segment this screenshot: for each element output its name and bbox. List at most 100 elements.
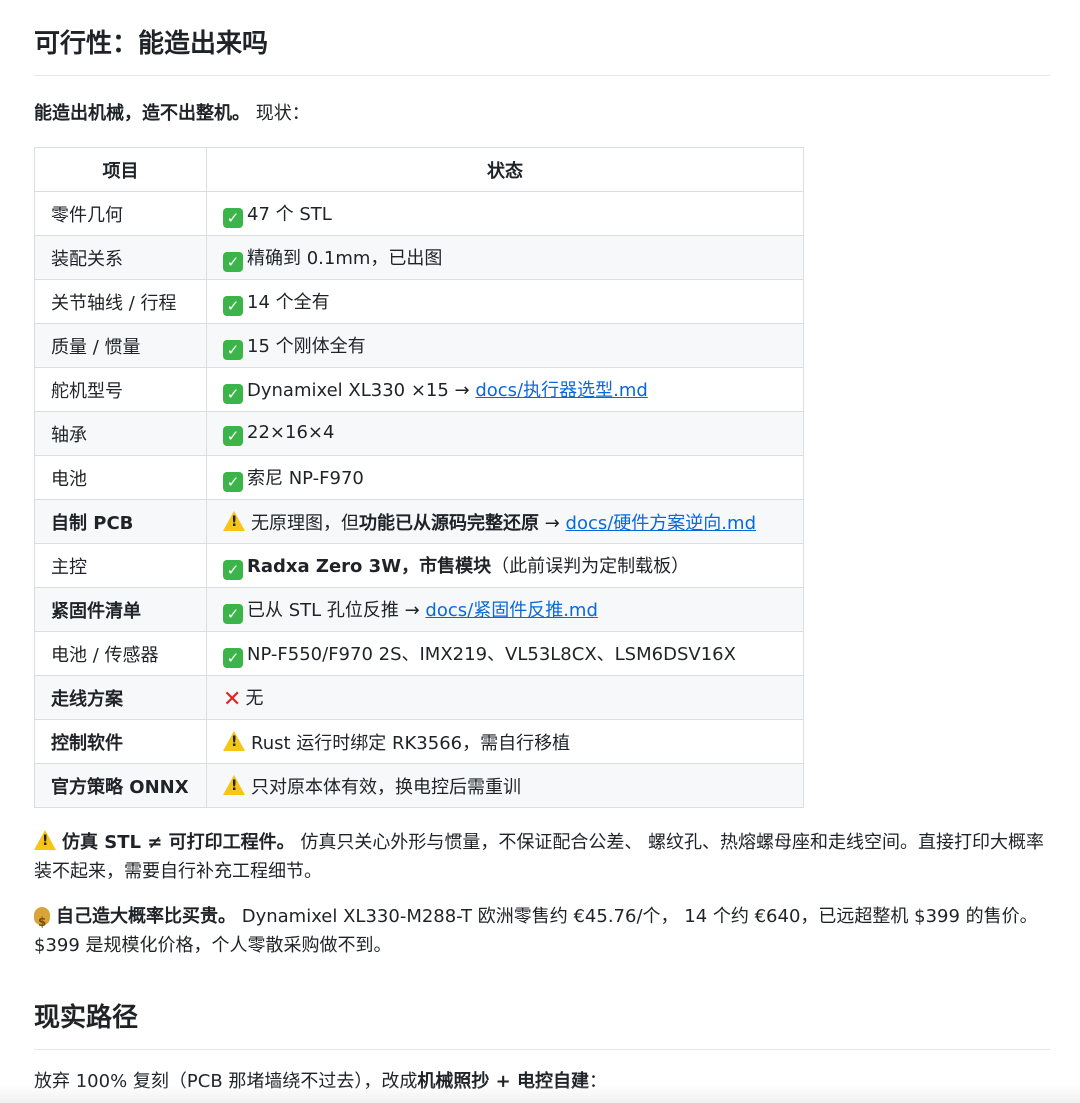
item-cell: 电池 / 传感器 [34, 631, 207, 676]
table-row: 官方策略 ONNX 只对原本体有效，换电控后需重训 [34, 763, 804, 808]
status-cell: Rust 运行时绑定 RK3566，需自行移植 [206, 719, 804, 764]
status-text: 无原理图，但 [251, 512, 359, 534]
item-cell: 自制 PCB [34, 499, 207, 544]
header-item: 项目 [34, 147, 207, 192]
check-box-icon: ✓ [223, 425, 243, 446]
status-text: 只对原本体有效，换电控后需重训 [251, 776, 521, 798]
item-label: 装配关系 [51, 248, 123, 270]
status-text: 22×16×4 [247, 421, 335, 443]
table-row: 自制 PCB 无原理图，但功能已从源码完整还原 → docs/硬件方案逆向.md [34, 499, 804, 544]
status-text: 已从 STL 孔位反推 → [247, 599, 426, 621]
item-label: 官方策略 ONNX [51, 776, 189, 798]
status-cell: ✓ 索尼 NP-F970 [206, 455, 804, 500]
item-label: 质量 / 惯量 [51, 336, 141, 358]
status-text: 索尼 NP-F970 [247, 467, 364, 489]
item-label: 走线方案 [51, 688, 123, 710]
item-cell: 轴承 [34, 411, 207, 456]
note2-bold: 自己造大概率比买贵。 [56, 906, 236, 927]
note-cost: 自己造大概率比买贵。 Dynamixel XL330-M288-T 欧洲零售约 … [34, 902, 1050, 960]
item-cell: 紧固件清单 [34, 587, 207, 632]
check-box-icon: ✓ [223, 207, 243, 228]
table-row: 走线方案 ✕ 无 [34, 675, 804, 720]
money-bag-icon [34, 907, 50, 937]
item-cell: 关节轴线 / 行程 [34, 279, 207, 324]
status-table: 项目 状态 零件几何 ✓ 47 个 STL 装配关系 ✓ 精确到 0.1mm，已出图 关节轴… [34, 147, 804, 808]
item-label: 电池 [51, 468, 87, 490]
status-cell: ✓ 14 个全有 [206, 279, 804, 324]
warning-icon [223, 774, 245, 795]
doc-link[interactable]: docs/执行器选型.md [475, 380, 647, 401]
item-cell: 零件几何 [34, 191, 207, 236]
table-row: 装配关系 ✓ 精确到 0.1mm，已出图 [34, 235, 804, 280]
table-row: 轴承 ✓ 22×16×4 [34, 411, 804, 456]
table-row: 舵机型号 ✓ Dynamixel XL330 ×15 → docs/执行器选型.md [34, 367, 804, 412]
intro-rest: 现状： [250, 103, 310, 124]
table-row: 控制软件 Rust 运行时绑定 RK3566，需自行移植 [34, 719, 804, 764]
status-text: 14 个全有 [247, 291, 330, 313]
check-box-icon: ✓ [223, 383, 243, 404]
item-label: 主控 [51, 556, 87, 578]
status-text: Dynamixel XL330 ×15 → [247, 379, 476, 401]
check-box-icon: ✓ [223, 559, 243, 580]
note1-bold: 仿真 STL ≠ 可打印工程件。 [62, 832, 295, 853]
document-page: 可行性：能造出来吗 能造出机械，造不出整机。 现状： 项目 状态 零件几何 ✓ 47… [0, 0, 1080, 1094]
table-row: 电池 / 传感器 ✓ NP-F550/F970 2S、IMX219、VL53L8CX… [34, 631, 804, 676]
item-cell: 官方策略 ONNX [34, 763, 207, 808]
item-cell: 装配关系 [34, 235, 207, 280]
cross-icon: ✕ [223, 686, 242, 712]
item-label: 轴承 [51, 424, 87, 446]
warning-icon [223, 510, 245, 531]
status-cell: 只对原本体有效，换电控后需重训 [206, 763, 804, 808]
status-text: 15 个刚体全有 [247, 335, 366, 357]
item-cell: 主控 [34, 543, 207, 588]
status-cell: ✓ 已从 STL 孔位反推 → docs/紧固件反推.md [206, 587, 804, 632]
intro-bold: 能造出机械，造不出整机。 [34, 103, 250, 124]
status-text-bold: 功能已从源码完整还原 [359, 512, 539, 534]
status-cell: ✓ 22×16×4 [206, 411, 804, 456]
item-label: 紧固件清单 [51, 600, 141, 622]
check-box-icon: ✓ [223, 603, 243, 624]
table-body: 零件几何 ✓ 47 个 STL 装配关系 ✓ 精确到 0.1mm，已出图 关节轴线 / 行程… [34, 191, 804, 808]
status-text: NP-F550/F970 2S、IMX219、VL53L8CX、LSM6DSV1… [247, 643, 736, 665]
table-header-row: 项目 状态 [34, 147, 804, 192]
status-cell: ✓ Dynamixel XL330 ×15 → docs/执行器选型.md [206, 367, 804, 412]
table-row: 零件几何 ✓ 47 个 STL [34, 191, 804, 236]
item-cell: 走线方案 [34, 675, 207, 720]
table-row: 电池 ✓ 索尼 NP-F970 [34, 455, 804, 500]
bottom-fade [0, 1085, 1080, 1103]
table-row: 紧固件清单 ✓ 已从 STL 孔位反推 → docs/紧固件反推.md [34, 587, 804, 632]
doc-link[interactable]: docs/紧固件反推.md [425, 600, 597, 621]
item-label: 自制 PCB [51, 512, 134, 534]
item-label: 关节轴线 / 行程 [51, 292, 177, 314]
status-text: 无 [245, 687, 264, 709]
status-text-after: （此前误判为定制载板） [491, 555, 690, 577]
header-status: 状态 [206, 147, 804, 192]
warning-icon [223, 730, 245, 751]
status-cell: 无原理图，但功能已从源码完整还原 → docs/硬件方案逆向.md [206, 499, 804, 544]
status-text: 47 个 STL [247, 203, 332, 225]
check-box-icon: ✓ [223, 295, 243, 316]
status-text-after: → [539, 512, 566, 534]
doc-link[interactable]: docs/硬件方案逆向.md [566, 513, 756, 534]
item-cell: 舵机型号 [34, 367, 207, 412]
table-row: 关节轴线 / 行程 ✓ 14 个全有 [34, 279, 804, 324]
item-cell: 电池 [34, 455, 207, 500]
note-sim-stl: 仿真 STL ≠ 可打印工程件。 仿真只关心外形与惯量，不保证配合公差、 螺纹孔… [34, 828, 1050, 886]
item-cell: 质量 / 惯量 [34, 323, 207, 368]
item-label: 舵机型号 [51, 380, 123, 402]
status-text: Rust 运行时绑定 RK3566，需自行移植 [251, 732, 571, 754]
check-box-icon: ✓ [223, 471, 243, 492]
check-box-icon: ✓ [223, 251, 243, 272]
section-heading-feasibility: 可行性：能造出来吗 [34, 0, 1050, 76]
status-cell: ✓ Radxa Zero 3W，市售模块（此前误判为定制载板） [206, 543, 804, 588]
item-label: 电池 / 传感器 [51, 644, 159, 666]
status-text-bold: Radxa Zero 3W，市售模块 [247, 555, 492, 577]
status-cell: ✓ 47 个 STL [206, 191, 804, 236]
table-row: 主控 ✓ Radxa Zero 3W，市售模块（此前误判为定制载板） [34, 543, 804, 588]
table-row: 质量 / 惯量 ✓ 15 个刚体全有 [34, 323, 804, 368]
item-label: 零件几何 [51, 204, 123, 226]
intro-paragraph: 能造出机械，造不出整机。 现状： [34, 102, 1050, 126]
status-text: 精确到 0.1mm，已出图 [247, 247, 443, 269]
status-cell: ✓ 精确到 0.1mm，已出图 [206, 235, 804, 280]
status-cell: ✓ NP-F550/F970 2S、IMX219、VL53L8CX、LSM6DSV… [206, 631, 804, 676]
